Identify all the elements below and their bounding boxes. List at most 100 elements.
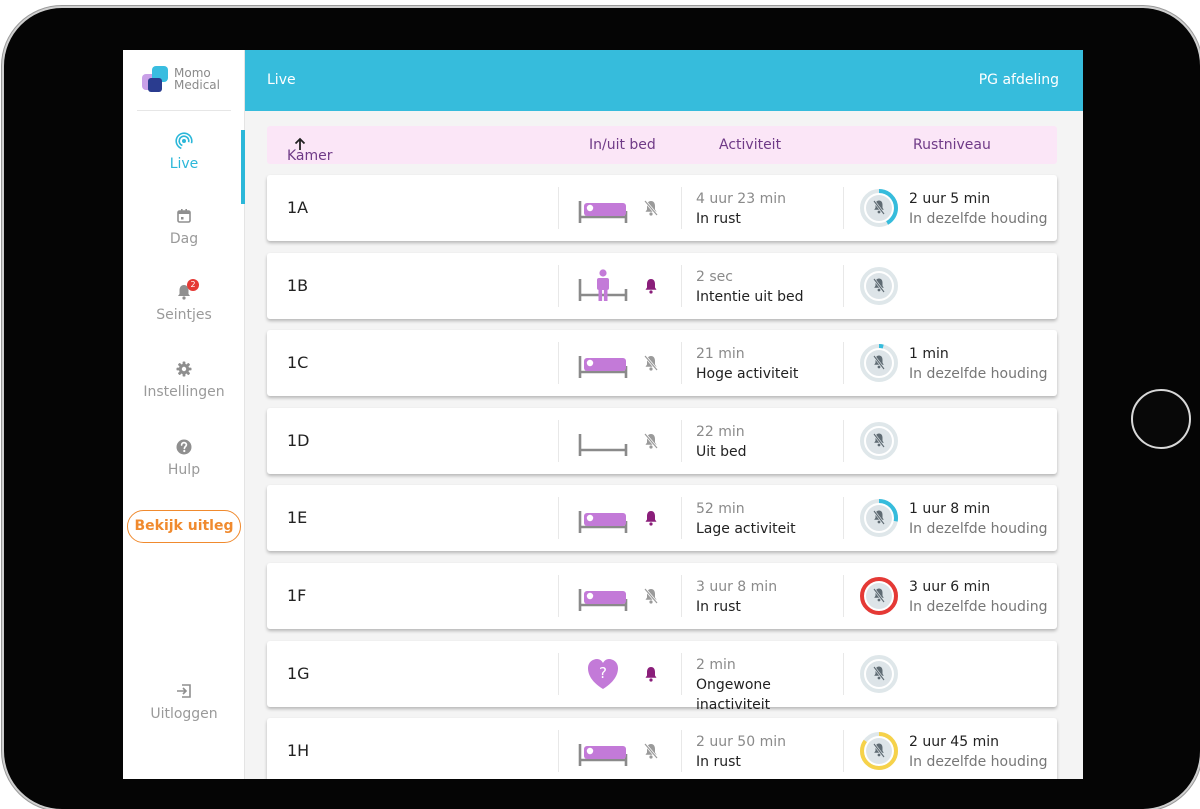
rest-description: In dezelfde houding (909, 754, 1048, 771)
activity-state: Ongewone inactiviteit (696, 676, 771, 713)
activity-duration: 22 min (696, 423, 745, 440)
room-row[interactable]: 1B 2 sec Intentie uit bed (267, 252, 1057, 319)
activity-cell: 3 uur 8 min In rust (696, 577, 836, 617)
rest-description: In dezelfde houding (909, 211, 1048, 227)
app-screen: Momo Medical Live Dag 2 Seintjes Instell… (123, 50, 1083, 779)
activity-cell: 4 uur 23 min In rust (696, 189, 836, 229)
room-row[interactable]: 1G ? 2 min Ongewone inactiviteit (267, 640, 1057, 713)
table-header: Kamer In/uit bed Activiteit Rustniveau (267, 126, 1057, 164)
column-divider (558, 419, 559, 462)
sidebar-item-label: Instellingen (143, 384, 225, 400)
column-rest[interactable]: Rustniveau (913, 137, 991, 153)
alarm-on-icon[interactable] (643, 509, 659, 527)
column-room-label: Kamer (287, 148, 333, 164)
logo-text: Momo Medical (174, 67, 220, 91)
room-row[interactable]: 1D 22 min Uit bed (267, 407, 1057, 474)
rest-cell: 2 uur 5 min In dezelfde houding (909, 189, 1048, 229)
room-number: 1C (287, 353, 309, 373)
notification-badge: 2 (187, 279, 199, 291)
rest-cell: 1 uur 8 min In dezelfde houding (909, 499, 1048, 539)
column-divider (843, 264, 844, 307)
top-bar: Live PG afdeling (245, 50, 1083, 111)
room-row[interactable]: 1H 2 uur 50 min In rust 2 uur 45 min In … (267, 718, 1057, 779)
activity-duration: 4 uur 23 min (696, 191, 786, 207)
room-row[interactable]: 1A 4 uur 23 min In rust 2 uur 5 min In d… (267, 175, 1057, 241)
alarm-on-icon[interactable] (643, 665, 659, 683)
activity-cell: 2 sec Intentie uit bed (696, 267, 836, 307)
activity-duration: 2 uur 50 min (696, 734, 786, 751)
column-divider (558, 575, 559, 617)
explain-button[interactable]: Bekijk uitleg (127, 510, 241, 543)
column-divider (558, 497, 559, 540)
room-number: 1E (287, 508, 308, 528)
activity-state: In rust (696, 599, 741, 615)
alarm-off-icon[interactable] (643, 354, 659, 372)
sidebar-item-label: Hulp (167, 462, 201, 478)
column-divider (843, 187, 844, 229)
activity-state: Lage activiteit (696, 521, 796, 538)
column-divider (843, 730, 844, 773)
activity-state: In rust (696, 211, 741, 227)
logout-label: Uitloggen (150, 706, 218, 722)
room-row[interactable]: 1F 3 uur 8 min In rust 3 uur 6 min In de… (267, 563, 1057, 629)
room-row[interactable]: 1C 21 min Hoge activiteit 1 min In dezel… (267, 330, 1057, 397)
alarm-on-icon[interactable] (643, 277, 659, 295)
sidebar-item-instellingen[interactable]: Instellingen (123, 360, 245, 400)
alarm-off-icon[interactable] (643, 199, 659, 217)
svg-text:?: ? (599, 664, 607, 682)
sidebar-item-label: Dag (169, 231, 199, 247)
room-row[interactable]: 1E 52 min Lage activiteit 1 uur 8 min In… (267, 485, 1057, 552)
rest-progress-ring (860, 266, 898, 305)
rest-duration: 1 min (909, 346, 949, 363)
help-icon (176, 439, 192, 455)
column-divider (558, 264, 559, 307)
rest-cell: 1 min In dezelfde houding (909, 344, 1048, 384)
column-divider (681, 652, 682, 695)
calendar-icon (177, 209, 191, 223)
alarm-off-icon[interactable] (643, 432, 659, 450)
bed-in-icon (578, 744, 628, 767)
sidebar-item-label: Seintjes (156, 307, 212, 323)
activity-duration: 2 sec (696, 268, 733, 285)
rest-progress-ring (860, 654, 898, 693)
column-divider (681, 497, 682, 540)
bed-in-icon (578, 589, 628, 611)
bed-empty-icon (578, 433, 628, 456)
logout-button[interactable]: Uitloggen (123, 682, 245, 722)
activity-duration: 21 min (696, 346, 745, 363)
logo-line2: Medical (174, 78, 220, 92)
activity-duration: 3 uur 8 min (696, 579, 778, 595)
room-number: 1H (287, 741, 310, 761)
bed-in-icon (578, 511, 628, 534)
rest-progress-ring (860, 421, 898, 460)
room-number: 1D (287, 430, 310, 450)
column-divider (843, 419, 844, 462)
rest-progress-ring (860, 577, 898, 615)
column-divider (681, 575, 682, 617)
rest-duration: 2 uur 45 min (909, 734, 999, 751)
logo-divider (137, 110, 231, 111)
alarm-off-icon[interactable] (643, 587, 659, 605)
column-divider (843, 342, 844, 385)
rest-duration: 2 uur 5 min (909, 191, 991, 207)
column-divider (681, 264, 682, 307)
sidebar: Momo Medical Live Dag 2 Seintjes Instell… (123, 50, 245, 779)
sidebar-item-seintjes[interactable]: 2 Seintjes (123, 279, 245, 323)
alarm-off-icon[interactable] (643, 742, 659, 760)
sidebar-item-dag[interactable]: Dag (123, 207, 245, 247)
sidebar-item-live[interactable]: Live (123, 132, 245, 172)
sidebar-item-hulp[interactable]: Hulp (123, 438, 245, 478)
rest-progress-ring (860, 499, 898, 538)
column-divider (681, 730, 682, 773)
page-title: Live (267, 72, 296, 88)
home-button[interactable] (1131, 389, 1191, 449)
column-in-out-bed[interactable]: In/uit bed (589, 137, 656, 153)
ward-name[interactable]: PG afdeling (979, 72, 1059, 88)
logo-mark (140, 64, 170, 94)
column-activity[interactable]: Activiteit (719, 137, 781, 153)
sidebar-item-label: Live (169, 156, 199, 172)
column-room[interactable]: Kamer (287, 137, 333, 164)
rest-progress-ring (860, 732, 898, 771)
column-divider (681, 419, 682, 462)
rest-duration: 1 uur 8 min (909, 501, 991, 518)
